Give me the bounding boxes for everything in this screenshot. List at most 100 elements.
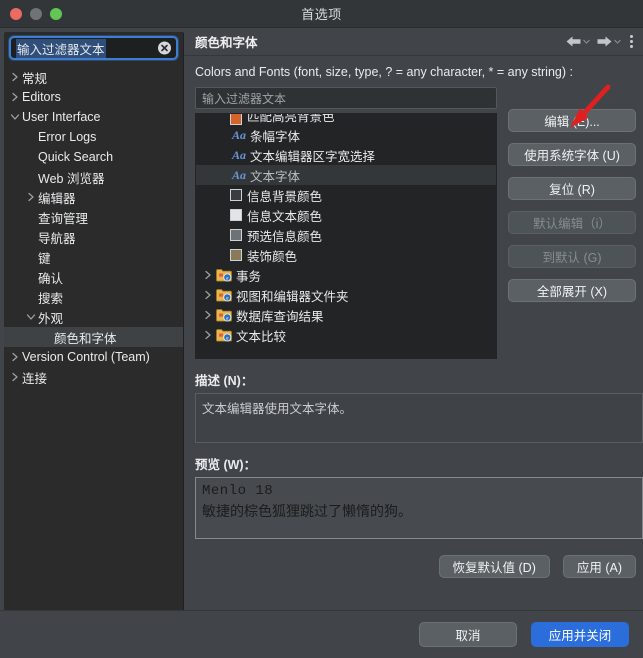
- colors-fonts-tree-row[interactable]: a 事务: [196, 265, 496, 285]
- sidebar-item-label: 颜色和字体: [54, 331, 117, 346]
- colors-fonts-tree-row[interactable]: a 文本比较: [196, 325, 496, 345]
- sidebar-tree[interactable]: 常规 Editors User Interface Error Logs Quick S…: [4, 65, 183, 640]
- side-button-1[interactable]: 使用系统字体 (U): [508, 143, 636, 166]
- colors-fonts-tree-row[interactable]: a 视图和编辑器文件夹: [196, 285, 496, 305]
- sidebar-item-4[interactable]: Quick Search: [4, 147, 183, 167]
- chevron-right-icon[interactable]: [8, 372, 22, 382]
- sidebar-item-15[interactable]: 连接: [4, 367, 183, 387]
- sidebar-item-9[interactable]: 键: [4, 247, 183, 267]
- arrow-left-icon: [566, 36, 581, 47]
- sidebar-item-3[interactable]: Error Logs: [4, 127, 183, 147]
- colors-fonts-tree-row[interactable]: a 数据库查询结果: [196, 305, 496, 325]
- colors-fonts-tree-row[interactable]: Aa 文本编辑器区字宽选择: [196, 145, 496, 165]
- preview-label: 预览 (W)：: [195, 458, 257, 472]
- sidebar: 输入过滤器文本 常规 Editors User Interface Error Log…: [4, 32, 184, 640]
- sidebar-item-14[interactable]: Version Control (Team): [4, 347, 183, 367]
- colors-fonts-tree-label: 装饰颜色: [247, 249, 298, 264]
- colors-fonts-filter-placeholder: 输入过滤器文本: [202, 91, 287, 106]
- colors-fonts-filter-input[interactable]: 输入过滤器文本: [195, 87, 497, 109]
- colors-fonts-tree-label: 文本字体: [250, 169, 301, 184]
- colors-fonts-tree-label: 信息背景颜色: [247, 189, 323, 204]
- side-button-3: 默认编辑（i）: [508, 211, 636, 234]
- kebab-menu-icon[interactable]: [630, 35, 633, 48]
- folder-icon: a: [216, 308, 233, 322]
- sidebar-item-label: Web 浏览器: [38, 171, 105, 186]
- side-button-4: 到默认 (G): [508, 245, 636, 268]
- sidebar-item-13[interactable]: 颜色和字体: [4, 327, 183, 347]
- side-button-0[interactable]: 编辑 (E)...: [508, 109, 636, 132]
- clear-circle-icon[interactable]: [158, 41, 171, 55]
- sidebar-filter-container: 输入过滤器文本: [4, 32, 183, 65]
- sidebar-item-11[interactable]: 搜索: [4, 287, 183, 307]
- chevron-right-icon[interactable]: [200, 330, 216, 340]
- pane-footer-button-0[interactable]: 恢复默认值 (D): [438, 555, 550, 578]
- colors-fonts-tree-label: 视图和编辑器文件夹: [236, 289, 349, 304]
- chevron-down-icon[interactable]: [8, 113, 22, 121]
- colors-fonts-tree-row[interactable]: 装饰颜色: [196, 245, 496, 265]
- color-swatch-icon: [230, 114, 242, 125]
- colors-fonts-tree-label: 事务: [236, 269, 262, 284]
- folder-icon: a: [216, 288, 233, 302]
- sidebar-item-2[interactable]: User Interface: [4, 107, 183, 127]
- dialog-footer-button-0[interactable]: 取消: [419, 622, 517, 647]
- color-swatch-icon: [230, 249, 242, 261]
- preview-font-name: Menlo 18: [202, 483, 274, 499]
- colors-fonts-tree-label: 文本比较: [236, 329, 287, 344]
- colors-fonts-caption: Colors and Fonts (font, size, type, ? = …: [195, 65, 573, 79]
- sidebar-item-label: 编辑器: [38, 191, 76, 206]
- chevron-right-icon[interactable]: [8, 92, 22, 102]
- back-button[interactable]: [565, 35, 590, 48]
- chevron-right-icon[interactable]: [200, 310, 216, 320]
- sidebar-item-8[interactable]: 导航器: [4, 227, 183, 247]
- sidebar-item-5[interactable]: Web 浏览器: [4, 167, 183, 187]
- colors-fonts-tree-row[interactable]: Aa 条幅字体: [196, 125, 496, 145]
- pane-footer-button-1[interactable]: 应用 (A): [562, 555, 636, 578]
- colors-fonts-tree-row[interactable]: 信息背景颜色: [196, 185, 496, 205]
- folder-icon: a: [216, 328, 233, 342]
- side-button-2[interactable]: 复位 (R): [508, 177, 636, 200]
- close-button[interactable]: [10, 8, 22, 20]
- dialog-footer-button-1[interactable]: 应用并关闭: [531, 622, 629, 647]
- sidebar-item-6[interactable]: 编辑器: [4, 187, 183, 207]
- sidebar-item-0[interactable]: 常规: [4, 67, 183, 87]
- colors-fonts-tree-label: 匹配高亮背景色: [247, 114, 335, 124]
- chevron-right-icon[interactable]: [200, 270, 216, 280]
- sidebar-filter-input[interactable]: 输入过滤器文本: [9, 36, 178, 60]
- minimize-button[interactable]: [30, 8, 42, 20]
- colors-fonts-tree-label: 信息文本颜色: [247, 209, 323, 224]
- pane-footer-buttons: 恢复默认值 (D) 应用 (A): [195, 539, 643, 590]
- color-swatch-icon: [230, 229, 242, 241]
- sidebar-item-label: 连接: [22, 371, 48, 386]
- main-pane: 颜色和字体 Colors and Fonts (font, size, type…: [184, 28, 643, 610]
- page-title: 颜色和字体: [195, 36, 258, 50]
- font-aa-icon: Aa: [231, 167, 246, 182]
- chevron-right-icon[interactable]: [200, 290, 216, 300]
- colors-fonts-tree-row[interactable]: 预选信息颜色: [196, 225, 496, 245]
- colors-fonts-tree-row[interactable]: 信息文本颜色: [196, 205, 496, 225]
- description-text: 文本编辑器使用文本字体。: [202, 402, 353, 416]
- side-button-5[interactable]: 全部展开 (X): [508, 279, 636, 302]
- chevron-down-icon[interactable]: [24, 313, 38, 321]
- font-aa-icon: Aa: [231, 147, 246, 162]
- sidebar-item-label: Quick Search: [38, 150, 114, 164]
- colors-fonts-tree-label: 文本编辑器区字宽选择: [250, 149, 376, 164]
- title-bar: 首选项: [0, 0, 643, 28]
- main-pane-header: 颜色和字体: [184, 28, 643, 56]
- chevron-right-icon[interactable]: [24, 192, 38, 202]
- preview-box: Menlo 18 敏捷的棕色狐狸跳过了懒惰的狗。: [195, 477, 643, 539]
- colors-fonts-row: 输入过滤器文本 匹配高亮背景色 Aa 条幅字体 Aa 文本编辑器区字宽选择 Aa 文本字体信…: [195, 87, 643, 359]
- zoom-button[interactable]: [50, 8, 62, 20]
- colors-fonts-tree-row[interactable]: Aa 文本字体: [196, 165, 496, 185]
- chevron-right-icon[interactable]: [8, 72, 22, 82]
- sidebar-item-label: 外观: [38, 311, 64, 326]
- sidebar-item-10[interactable]: 确认: [4, 267, 183, 287]
- colors-fonts-tree[interactable]: 匹配高亮背景色 Aa 条幅字体 Aa 文本编辑器区字宽选择 Aa 文本字体信息背景颜色 信息文…: [195, 113, 497, 359]
- sidebar-item-7[interactable]: 查询管理: [4, 207, 183, 227]
- main-content: Colors and Fonts (font, size, type, ? = …: [184, 56, 643, 610]
- sidebar-item-label: 查询管理: [38, 211, 89, 226]
- sidebar-item-1[interactable]: Editors: [4, 87, 183, 107]
- chevron-right-icon[interactable]: [8, 352, 22, 362]
- colors-fonts-tree-row[interactable]: 匹配高亮背景色: [196, 114, 496, 125]
- sidebar-item-12[interactable]: 外观: [4, 307, 183, 327]
- forward-button[interactable]: [596, 35, 621, 48]
